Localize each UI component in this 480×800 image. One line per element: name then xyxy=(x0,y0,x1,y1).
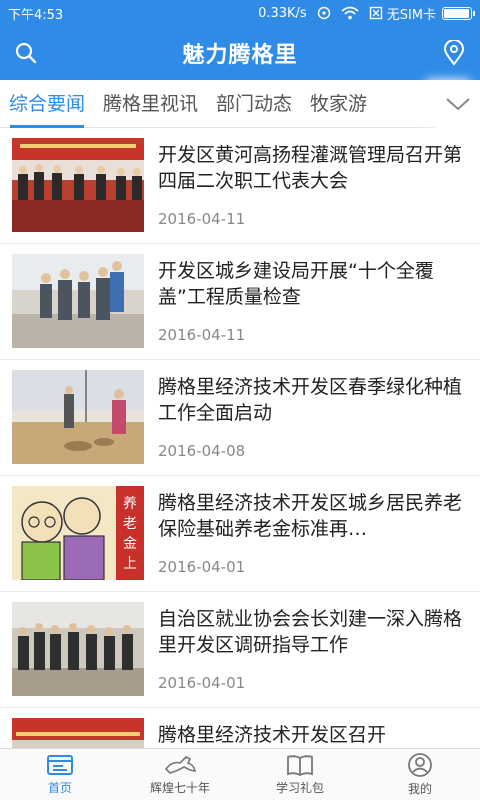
list-item[interactable]: 腾格里经济技术开发区春季绿化种植工作全面启动 2016-04-08 xyxy=(0,360,480,476)
network-speed: 0.33K/s xyxy=(258,5,307,21)
wifi-icon xyxy=(341,6,359,20)
news-date: 2016-04-08 xyxy=(158,442,246,460)
list-item[interactable]: 养 老 金 上 腾格里经济技术开发区城乡居民养老保险基础养老金标准再… 2016… xyxy=(0,476,480,592)
tab-tengger-video[interactable]: 腾格里视讯 xyxy=(94,80,207,128)
nav-study-pack[interactable]: 学习礼包 xyxy=(240,749,360,800)
status-bar: 下午4:53 0.33K/s 无SIM卡 xyxy=(0,0,480,26)
chevron-down-icon[interactable] xyxy=(436,79,480,128)
battery-icon xyxy=(442,6,475,20)
news-date: 2016-04-01 xyxy=(158,558,246,576)
app-title: 魅力腾格里 xyxy=(182,43,298,68)
list-item[interactable]: 开发区黄河高扬程灌溉管理局召开第四届二次职工代表大会 2016-04-11 xyxy=(0,128,480,244)
news-thumbnail xyxy=(12,138,144,232)
svg-text:上: 上 xyxy=(123,556,137,572)
news-thumbnail xyxy=(12,602,144,696)
news-headline: 腾格里经济技术开发区城乡居民养老保险基础养老金标准再… xyxy=(158,492,463,540)
news-date: 2016-04-11 xyxy=(158,210,246,228)
horse-icon xyxy=(164,756,196,774)
list-item[interactable]: 开发区城乡建设局开展“十个全覆盖”工程质量检查 2016-04-11 xyxy=(0,244,480,360)
news-list: 开发区黄河高扬程灌溉管理局召开第四届二次职工代表大会 2016-04-11 开发… xyxy=(0,128,480,750)
news-date: 2016-04-01 xyxy=(158,674,246,692)
svg-text:金: 金 xyxy=(123,536,137,552)
nav-home[interactable]: 首页 xyxy=(0,749,120,800)
news-headline: 开发区城乡建设局开展“十个全覆盖”工程质量检查 xyxy=(158,260,434,308)
tab-herder-tour[interactable]: 牧家游 xyxy=(301,80,376,128)
news-headline: 腾格里经济技术开发区召开 xyxy=(158,724,387,746)
news-date: 2016-04-11 xyxy=(158,326,246,344)
bottom-nav: 首页 辉煌七十年 学习礼包 我的 xyxy=(0,748,480,800)
location-pin-icon[interactable] xyxy=(440,39,468,67)
sim-status: 无SIM卡 xyxy=(386,7,436,23)
news-thumbnail xyxy=(12,254,144,348)
news-thumbnail xyxy=(12,718,144,750)
signal-icon xyxy=(317,6,331,20)
nav-home-label: 首页 xyxy=(47,781,72,795)
user-icon xyxy=(408,753,432,777)
nav-me[interactable]: 我的 xyxy=(360,749,480,800)
nav-study-pack-label: 学习礼包 xyxy=(275,781,324,795)
search-icon[interactable] xyxy=(12,39,40,67)
status-time: 下午4:53 xyxy=(8,7,64,23)
svg-text:老: 老 xyxy=(123,516,137,532)
nav-glorious-seventy-label: 辉煌七十年 xyxy=(149,781,210,795)
svg-text:养: 养 xyxy=(123,496,137,512)
app-header: 魅力腾格里 xyxy=(0,26,480,80)
news-thumbnail: 养 老 金 上 xyxy=(12,486,144,580)
sim-icon xyxy=(369,6,383,20)
news-thumbnail xyxy=(12,370,144,464)
news-headline: 自治区就业协会会长刘建一深入腾格里开发区调研指导工作 xyxy=(158,608,463,656)
nav-me-label: 我的 xyxy=(407,782,432,796)
book-icon xyxy=(287,755,313,777)
news-headline: 开发区黄河高扬程灌溉管理局召开第四届二次职工代表大会 xyxy=(158,144,463,192)
nav-glorious-seventy[interactable]: 辉煌七十年 xyxy=(120,749,240,800)
list-item[interactable]: 自治区就业协会会长刘建一深入腾格里开发区调研指导工作 2016-04-01 xyxy=(0,592,480,708)
list-item[interactable]: 腾格里经济技术开发区召开 xyxy=(0,708,480,750)
tab-department-news[interactable]: 部门动态 xyxy=(207,80,301,128)
news-headline: 腾格里经济技术开发区春季绿化种植工作全面启动 xyxy=(158,376,463,424)
tab-general-news[interactable]: 综合要闻 xyxy=(0,80,94,128)
category-tabs: 综合要闻 腾格里视讯 部门动态 牧家游 xyxy=(0,79,480,128)
home-icon xyxy=(47,755,73,775)
